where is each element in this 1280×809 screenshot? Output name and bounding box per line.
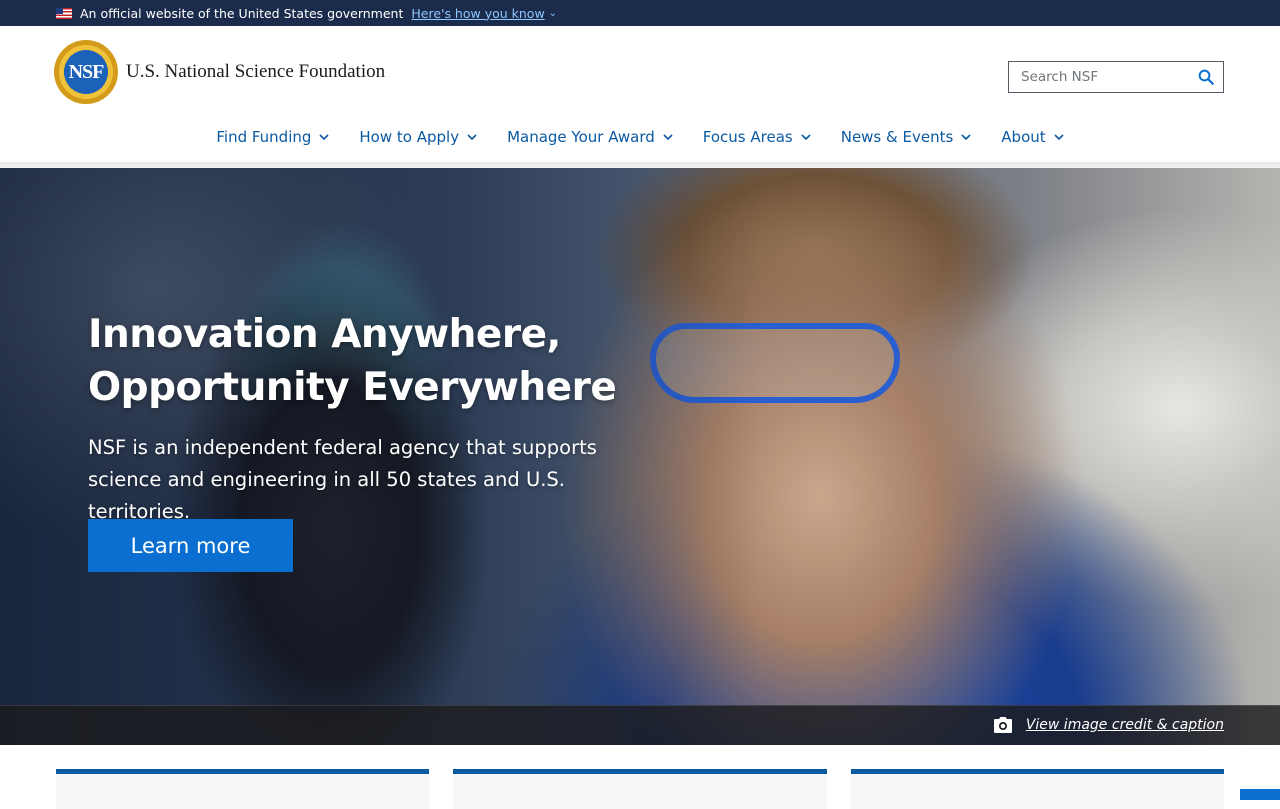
feature-card[interactable] [851,769,1224,809]
camera-icon [993,717,1012,733]
gov-banner-link[interactable]: Here's how you know [411,6,544,21]
learn-more-button[interactable]: Learn more [88,519,293,572]
feature-card[interactable] [453,769,827,809]
chevron-down-icon [1054,134,1064,141]
chevron-down-icon [961,134,971,141]
feature-card[interactable] [56,769,429,809]
hero-description: NSF is an independent federal agency tha… [88,436,597,523]
image-credit-link[interactable]: View image credit & caption [993,716,1224,734]
hero-banner: Innovation Anywhere, Opportunity Everywh… [0,168,1280,745]
search-form [1008,61,1224,93]
search-icon[interactable] [1197,68,1215,86]
site-header: NSF U.S. National Science Foundation Fin… [0,26,1280,164]
chevron-down-icon [663,134,673,141]
nav-item-find-funding[interactable]: Find Funding [201,122,344,152]
gov-banner-text: An official website of the United States… [80,5,404,21]
org-name: U.S. National Science Foundation [126,61,386,82]
nsf-seal-icon: NSF [54,40,118,104]
hero-title: Innovation Anywhere, Opportunity Everywh… [88,312,617,410]
nav-item-manage-your-award[interactable]: Manage Your Award [492,122,688,152]
chevron-down-icon [467,134,477,141]
gov-banner: An official website of the United States… [0,0,1280,26]
chevron-down-icon [319,134,329,141]
nav-item-news-events[interactable]: News & Events [826,122,987,152]
back-to-top-button[interactable] [1240,789,1280,800]
search-input[interactable] [1021,69,1191,85]
nav-item-how-to-apply[interactable]: How to Apply [344,122,492,152]
nav-item-about[interactable]: About [986,122,1078,152]
site-logo-link[interactable]: NSF U.S. National Science Foundation [54,40,385,104]
image-credit-bar: View image credit & caption [0,705,1280,745]
main-nav: Find Funding How to Apply Manage Your Aw… [0,122,1280,152]
nav-item-focus-areas[interactable]: Focus Areas [688,122,826,152]
us-flag-icon [56,7,72,19]
chevron-down-icon[interactable]: ⌄ [549,8,557,19]
chevron-down-icon [801,134,811,141]
